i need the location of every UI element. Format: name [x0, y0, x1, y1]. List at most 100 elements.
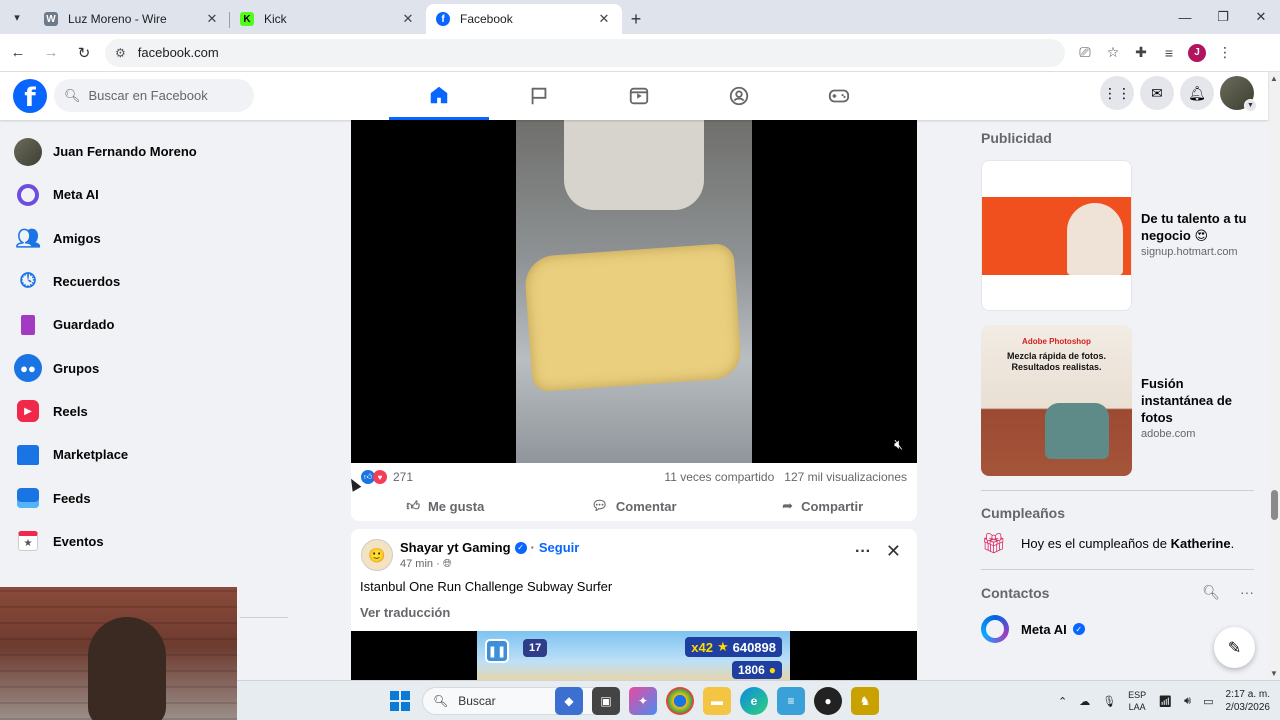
nav-home[interactable]	[389, 72, 489, 120]
contacts-heading: Contactos	[981, 584, 1050, 601]
subway-app-icon[interactable]: ◆	[555, 687, 583, 715]
chevron-up-icon[interactable]: ⌃	[1058, 695, 1067, 708]
battery-icon[interactable]: ▭	[1203, 695, 1213, 708]
notifications-bell-icon[interactable]: 🔔︎	[1180, 76, 1214, 110]
search-icon: 🔍︎	[64, 87, 81, 103]
post-video-player[interactable]: ❚❚ 17 x42 ★ 640898 1806 ●	[351, 631, 917, 682]
tab-title: Kick	[264, 12, 287, 26]
sidebar-item-memories[interactable]: 🕓︎ Recuerdos	[8, 260, 308, 303]
reactions-summary[interactable]: 👍︎ ♥ 271	[361, 470, 413, 484]
comment-button[interactable]: 💬︎ Comentar	[540, 491, 729, 521]
cloud-icon[interactable]: ☁	[1079, 695, 1090, 708]
birthday-item[interactable]: 🎁︎ Hoy es el cumpleaños de Katherine.	[981, 531, 1254, 555]
sidebar-item-friends[interactable]: 👥︎ Amigos	[8, 217, 308, 260]
microphone-icon[interactable]: 🎙︎	[1102, 695, 1116, 708]
sidebar-item-marketplace[interactable]: Marketplace	[8, 433, 308, 476]
follow-button[interactable]: Seguir	[539, 540, 579, 555]
scroll-up-arrow-icon[interactable]: ▲	[1270, 74, 1278, 83]
globe-icon: · 🌐︎	[436, 558, 452, 570]
sidebar-item-feeds[interactable]: Feeds	[8, 476, 308, 519]
tab-kick[interactable]: K Kick ✕	[230, 4, 426, 34]
new-message-compose-icon[interactable]: ✎	[1214, 627, 1255, 668]
media-controls-icon[interactable]: ≡	[1155, 39, 1183, 67]
windows-start-icon[interactable]	[390, 691, 410, 711]
search-icon[interactable]: 🔍︎	[1202, 584, 1220, 601]
coin-icon: ●	[768, 663, 776, 677]
share-count[interactable]: 11 veces compartido	[664, 470, 774, 484]
extensions-puzzle-icon[interactable]: ✚	[1127, 39, 1155, 67]
tab-search-chevron-icon[interactable]: ▾	[0, 0, 34, 34]
language-indicator[interactable]: ESP LAA	[1128, 689, 1146, 713]
gamepad-icon	[828, 89, 850, 103]
more-options-icon[interactable]: ···	[855, 543, 871, 561]
left-sidebar: Juan Fernando Moreno Meta AI 👥︎ Amigos 🕓…	[8, 130, 308, 563]
post-stats: 👍︎ ♥ 271 11 veces compartido 127 mil vis…	[351, 463, 917, 491]
volume-icon[interactable]: 🔊︎	[1184, 695, 1191, 708]
close-tab-icon[interactable]: ✕	[400, 11, 416, 27]
sidebar-item-events[interactable]: ★ Eventos	[8, 520, 308, 563]
copilot-icon[interactable]: ✦	[629, 687, 657, 715]
forward-arrow-icon[interactable]: →	[36, 38, 66, 68]
ad-tagline-line: Mezcla rápida de fotos.	[1006, 351, 1107, 361]
sidebar-item-groups[interactable]: ●● Grupos	[8, 346, 308, 389]
muted-speaker-icon[interactable]: 🔇︎	[894, 436, 903, 453]
address-bar[interactable]: ⚙ facebook.com	[105, 38, 1065, 67]
sidebar-item-reels[interactable]: ▶ Reels	[8, 390, 308, 433]
nav-groups[interactable]	[689, 72, 789, 120]
more-options-icon[interactable]: ···	[1240, 584, 1254, 601]
app-icon[interactable]: ♞	[851, 687, 879, 715]
nav-gaming[interactable]	[789, 72, 889, 120]
profile-avatar[interactable]: J	[1188, 43, 1206, 62]
nav-video[interactable]	[589, 72, 689, 120]
back-arrow-icon[interactable]: ←	[3, 38, 33, 68]
menu-grid-icon[interactable]: ⋮⋮	[1100, 76, 1134, 110]
scrollbar-thumb[interactable]	[1271, 490, 1278, 520]
sponsored-ad[interactable]: De tu talento a tu negocio 😍 signup.hotm…	[981, 160, 1254, 311]
lang-top: ESP	[1128, 690, 1147, 700]
install-app-icon[interactable]: ⎚	[1071, 39, 1099, 67]
sidebar-item-profile[interactable]: Juan Fernando Moreno	[8, 130, 308, 173]
edge-icon[interactable]: e	[740, 687, 768, 715]
user-avatar-icon	[14, 137, 42, 166]
post-timestamp[interactable]: 47 min · 🌐︎	[400, 558, 452, 571]
sponsored-ad[interactable]: Adobe Photoshop Mezcla rápida de fotos. …	[981, 325, 1254, 476]
like-button[interactable]: 👍︎ Me gusta	[351, 491, 540, 521]
close-tab-icon[interactable]: ✕	[596, 11, 612, 27]
see-translation-link[interactable]: Ver traducción	[360, 605, 450, 620]
scroll-down-arrow-icon[interactable]: ▼	[1270, 669, 1278, 678]
messenger-icon[interactable]: ✉	[1140, 76, 1174, 110]
sidebar-item-meta-ai[interactable]: Meta AI	[8, 173, 308, 216]
site-info-icon[interactable]: ⚙	[115, 46, 126, 60]
reload-icon[interactable]: ↻	[69, 38, 99, 68]
verified-badge-icon: ✓	[514, 541, 527, 554]
contact-item[interactable]: Meta AI ✓	[981, 615, 1254, 643]
post-video-player[interactable]: 🔇︎	[351, 120, 917, 463]
share-button[interactable]: ➦ Compartir	[728, 491, 917, 521]
bookmark-star-icon[interactable]: ☆	[1099, 39, 1127, 67]
close-window-icon[interactable]: ✕	[1242, 0, 1280, 34]
account-avatar[interactable]: ▼	[1220, 76, 1257, 112]
tab-facebook[interactable]: f Facebook ✕	[426, 4, 622, 34]
restore-icon[interactable]: ❐	[1204, 0, 1242, 34]
facebook-search-input[interactable]: 🔍︎ Buscar en Facebook	[54, 79, 254, 112]
feeds-icon	[14, 484, 42, 512]
file-explorer-icon[interactable]: ▬	[703, 687, 731, 715]
task-view-icon[interactable]: ▣	[592, 687, 620, 715]
chrome-icon[interactable]	[666, 687, 694, 715]
post-author-name[interactable]: Shayar yt Gaming	[400, 540, 511, 555]
facebook-logo-icon[interactable]: f	[13, 79, 47, 113]
tab-wire[interactable]: W Luz Moreno - Wire ✕	[34, 4, 230, 34]
new-tab-button[interactable]: +	[622, 4, 650, 34]
post-author-avatar[interactable]: 🙂	[361, 539, 393, 571]
minimize-icon[interactable]: —	[1166, 0, 1204, 34]
page-scrollbar[interactable]: ▲ ▼	[1268, 72, 1280, 680]
notepad-icon[interactable]: ≡	[777, 687, 805, 715]
close-tab-icon[interactable]: ✕	[204, 11, 220, 27]
nav-pages[interactable]	[489, 72, 589, 120]
sidebar-item-saved[interactable]: Guardado	[8, 303, 308, 346]
browser-menu-icon[interactable]: ⋮	[1211, 39, 1239, 67]
clock[interactable]: 2:17 a. m. 2/03/2026	[1226, 688, 1271, 714]
hide-post-close-icon[interactable]: ✕	[886, 541, 901, 562]
obs-recording-icon[interactable]: ●	[814, 687, 842, 715]
wifi-icon[interactable]: 📶︎	[1158, 695, 1172, 708]
